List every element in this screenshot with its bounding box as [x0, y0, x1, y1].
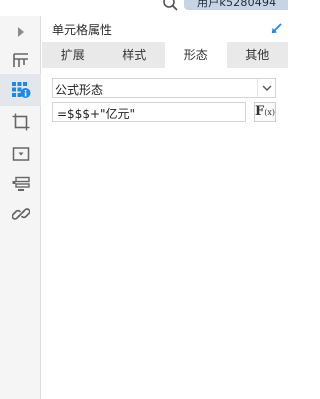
chevron-down-icon[interactable] — [257, 79, 275, 97]
widget-icon[interactable] — [0, 138, 41, 170]
user-account-label: 用户k5280494 — [197, 0, 277, 9]
formula-field[interactable]: =$$$+"亿元" — [52, 102, 246, 122]
cell-element-icon[interactable] — [0, 106, 41, 138]
cell-properties-pane: 用户k5280494 单元格属性 扩展 样式 形态 其他 公式形态 =$$$+"… — [0, 0, 288, 399]
parameter-icon[interactable] — [0, 168, 41, 200]
hyperlink-icon[interactable] — [0, 198, 41, 230]
template-layout-icon[interactable] — [0, 44, 41, 76]
panel-title: 单元格属性 — [52, 23, 113, 37]
panel-header: 单元格属性 — [42, 16, 288, 42]
search-icon[interactable] — [161, 0, 179, 11]
tab-style[interactable]: 样式 — [104, 42, 166, 68]
top-strip: 用户k5280494 — [0, 0, 288, 16]
property-tabs: 扩展 样式 形态 其他 — [42, 42, 288, 68]
formula-value: =$$$+"亿元" — [57, 107, 136, 121]
cell-properties-icon[interactable] — [0, 74, 41, 106]
fx-sub-label: (x) — [264, 108, 275, 117]
form-type-select[interactable]: 公式形态 — [52, 78, 276, 98]
tab-expand[interactable]: 扩展 — [42, 42, 104, 68]
fx-label: F — [255, 104, 265, 119]
properties-panel: 单元格属性 扩展 样式 形态 其他 公式形态 =$$$+"亿元" F(x) — [42, 16, 288, 399]
tab-form[interactable]: 形态 — [165, 42, 227, 68]
collapse-arrow-icon[interactable] — [271, 23, 282, 34]
left-sidebar — [0, 16, 41, 399]
form-type-value: 公式形态 — [55, 83, 104, 97]
formula-editor-button[interactable]: F(x) — [254, 102, 276, 122]
tab-other[interactable]: 其他 — [227, 42, 289, 68]
user-account-badge[interactable]: 用户k5280494 — [184, 0, 288, 10]
